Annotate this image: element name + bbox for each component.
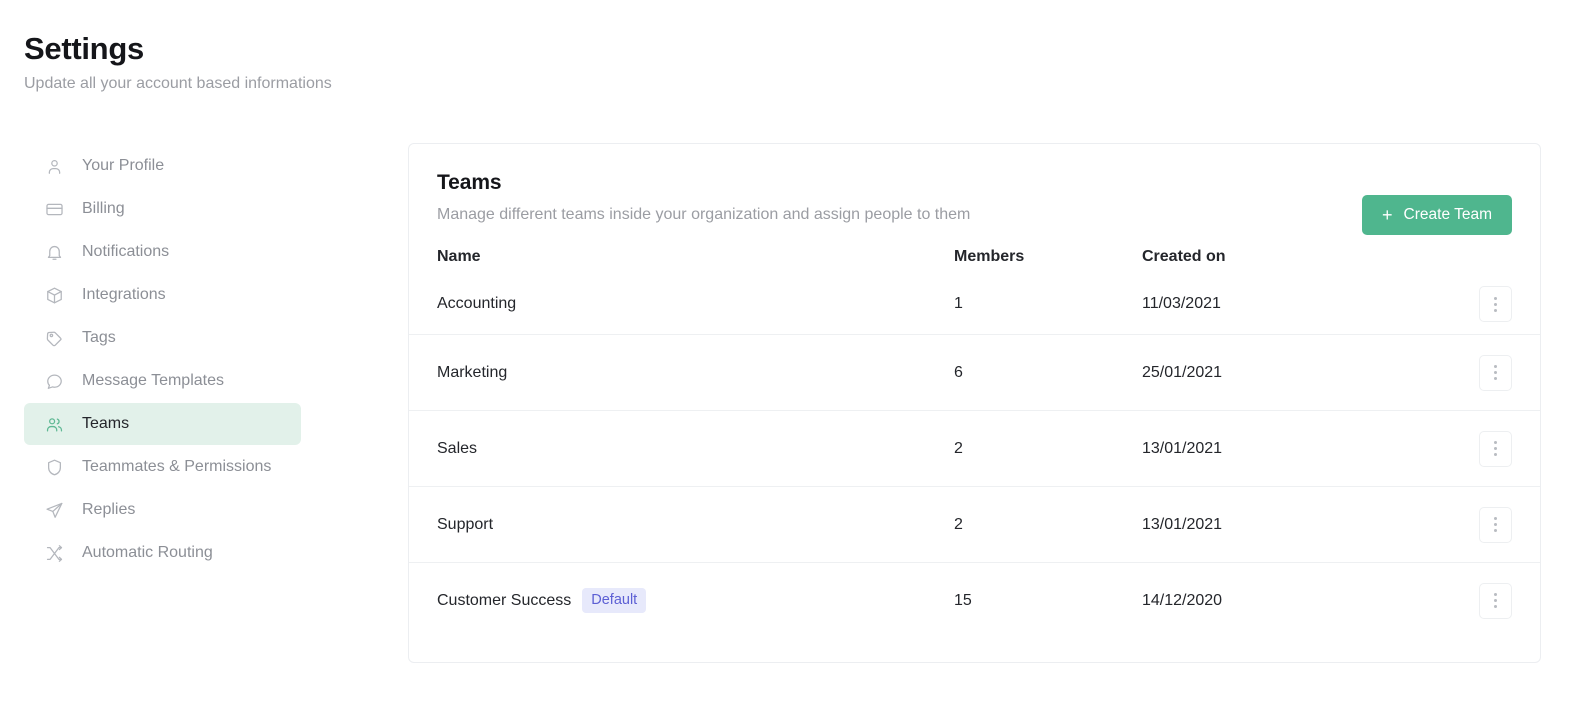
paper-plane-icon [44,500,64,520]
settings-page: Settings Update all your account based i… [0,0,1589,710]
cell-actions [1447,286,1512,322]
table-row[interactable]: Marketing 625/01/2021 [409,334,1540,410]
cell-created-on: 11/03/2021 [1142,294,1447,314]
team-name: Customer Success [437,591,571,611]
team-name: Sales [437,439,477,459]
sidebar-item-label: Notifications [82,242,169,262]
cell-actions [1447,431,1512,467]
tag-icon [44,328,64,348]
teams-card-title: Teams [437,170,1512,196]
cell-created-on: 13/01/2021 [1142,515,1447,535]
teams-table-header: Name Members Created on [409,240,1540,274]
cell-created-on: 25/01/2021 [1142,363,1447,383]
sidebar-item-label: Message Templates [82,371,224,391]
teams-table: Name Members Created on Accounting 111/03… [409,240,1540,638]
cell-actions [1447,583,1512,619]
page-title: Settings [24,30,524,68]
team-name: Marketing [437,363,507,383]
team-name: Support [437,515,493,535]
teams-card: Teams Manage different teams inside your… [408,143,1541,663]
sidebar-item-teams[interactable]: Teams [24,403,301,445]
column-header-name: Name [437,247,954,267]
sidebar-item-integrations[interactable]: Integrations [24,274,301,316]
kebab-menu-icon[interactable] [1479,355,1512,391]
sidebar-item-message-templates[interactable]: Message Templates [24,360,301,402]
sidebar-item-label: Tags [82,328,116,348]
status-badge: Default [582,588,646,613]
shuffle-arrows-icon [44,543,64,563]
cell-name: Support [437,515,954,535]
shield-icon [44,457,64,477]
sidebar-item-label: Integrations [82,285,166,305]
table-row[interactable]: Customer Success Default 1514/12/2020 [409,562,1540,638]
page-header: Settings Update all your account based i… [24,30,524,94]
sidebar-item-label: Teams [82,414,129,434]
column-header-members: Members [954,247,1142,267]
kebab-menu-icon[interactable] [1479,583,1512,619]
kebab-menu-icon[interactable] [1479,286,1512,322]
cell-members: 15 [954,591,1142,611]
cell-members: 1 [954,294,1142,314]
page-subtitle: Update all your account based informatio… [24,74,524,94]
sidebar-item-label: Teammates & Permissions [82,457,271,477]
sidebar-item-billing[interactable]: Billing [24,188,301,230]
teams-table-body: Accounting 111/03/2021 Marketing 625/01/202… [409,274,1540,638]
cell-name: Sales [437,439,954,459]
sidebar-item-label: Automatic Routing [82,543,213,563]
kebab-menu-icon[interactable] [1479,431,1512,467]
cell-actions [1447,355,1512,391]
cell-members: 2 [954,515,1142,535]
sidebar-item-replies[interactable]: Replies [24,489,301,531]
teams-card-header: Teams Manage different teams inside your… [409,144,1540,240]
table-row[interactable]: Accounting 111/03/2021 [409,274,1540,334]
sidebar-item-notifications[interactable]: Notifications [24,231,301,273]
sidebar-item-label: Billing [82,199,125,219]
team-name: Accounting [437,294,516,314]
cell-name: Accounting [437,294,954,314]
users-icon [44,414,64,434]
sidebar-item-tags[interactable]: Tags [24,317,301,359]
table-row[interactable]: Sales 213/01/2021 [409,410,1540,486]
sidebar-item-automatic-routing[interactable]: Automatic Routing [24,532,301,574]
credit-card-icon [44,199,64,219]
cell-actions [1447,507,1512,543]
cell-members: 6 [954,363,1142,383]
teams-card-subtitle: Manage different teams inside your organ… [437,205,1512,225]
cell-created-on: 13/01/2021 [1142,439,1447,459]
sidebar-item-teammates-permissions[interactable]: Teammates & Permissions [24,446,301,488]
plus-icon: + [1382,206,1393,224]
cell-name: Marketing [437,363,954,383]
settings-sidebar: Your Profile Billing Notifications Integrat… [24,145,301,575]
bell-icon [44,242,64,262]
cell-members: 2 [954,439,1142,459]
cell-name: Customer Success Default [437,588,954,613]
table-row[interactable]: Support 213/01/2021 [409,486,1540,562]
sidebar-item-label: Replies [82,500,135,520]
column-header-created: Created on [1142,247,1447,267]
chat-bubble-icon [44,371,64,391]
create-team-button[interactable]: + Create Team [1362,195,1512,235]
user-icon [44,156,64,176]
sidebar-item-your-profile[interactable]: Your Profile [24,145,301,187]
create-team-button-label: Create Team [1404,206,1492,224]
kebab-menu-icon[interactable] [1479,507,1512,543]
box-icon [44,285,64,305]
sidebar-item-label: Your Profile [82,156,164,176]
cell-created-on: 14/12/2020 [1142,591,1447,611]
